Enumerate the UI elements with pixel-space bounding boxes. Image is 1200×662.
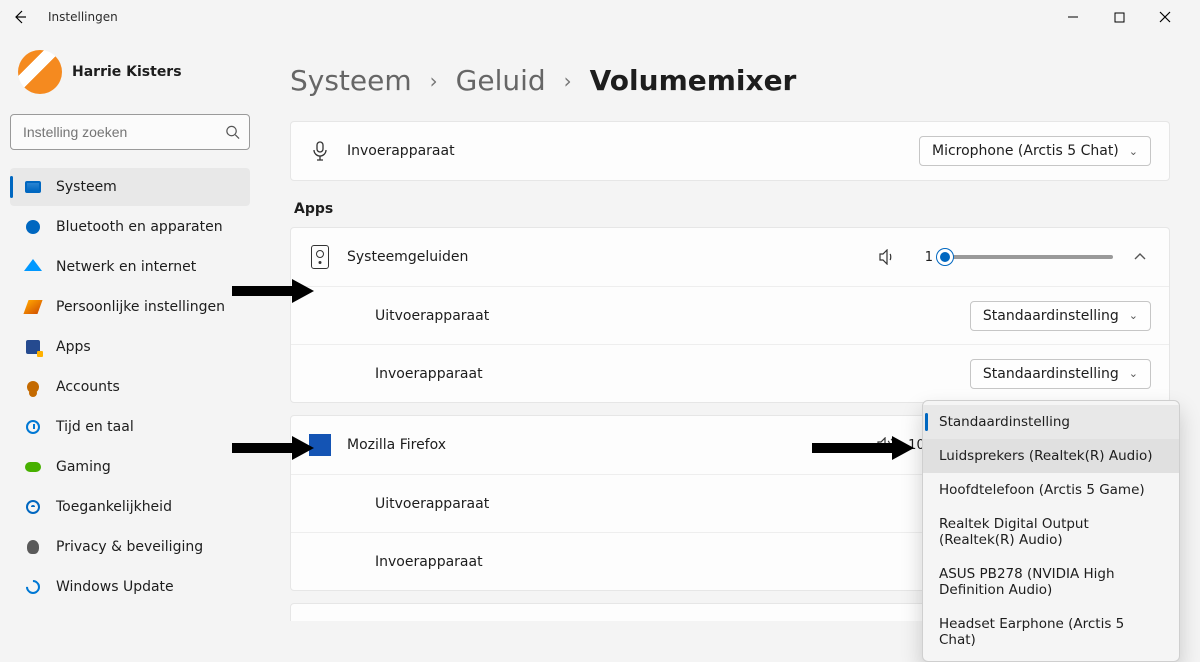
- chevron-down-icon: ⌄: [1129, 367, 1138, 380]
- sidebar-item-netwerk[interactable]: Netwerk en internet: [10, 248, 250, 286]
- sidebar-item-toegankelijkheid[interactable]: Toegankelijkheid: [10, 488, 250, 526]
- sidebar-item-accounts[interactable]: Accounts: [10, 368, 250, 406]
- input-device-card: Invoerapparaat Microphone (Arctis 5 Chat…: [290, 121, 1170, 181]
- sidebar-item-privacy[interactable]: Privacy & beveiliging: [10, 528, 250, 566]
- output-device-dropdown[interactable]: Standaardinstelling ⌄: [970, 301, 1151, 331]
- sidebar-item-update[interactable]: Windows Update: [10, 568, 250, 606]
- sidebar-item-label: Windows Update: [56, 579, 174, 595]
- gaming-icon: [24, 458, 42, 476]
- sidebar-item-persoonlijk[interactable]: Persoonlijke instellingen: [10, 288, 250, 326]
- sidebar-item-label: Systeem: [56, 179, 117, 195]
- chevron-down-icon: ⌄: [1129, 309, 1138, 322]
- sidebar-item-label: Gaming: [56, 459, 111, 475]
- app-title: Instellingen: [48, 10, 118, 24]
- network-icon: [24, 258, 42, 276]
- privacy-icon: [24, 538, 42, 556]
- sidebar: Harrie Kisters Systeem Bluetooth en appa…: [0, 34, 260, 621]
- sidebar-item-label: Toegankelijkheid: [56, 499, 172, 515]
- close-button[interactable]: [1142, 2, 1188, 32]
- maximize-button[interactable]: [1096, 2, 1142, 32]
- crumb-volumemixer: Volumemixer: [590, 64, 797, 97]
- nav-list: Systeem Bluetooth en apparaten Netwerk e…: [10, 168, 250, 606]
- app-name: Mozilla Firefox: [347, 437, 861, 453]
- bluetooth-icon: [24, 218, 42, 236]
- avatar: [18, 50, 62, 94]
- search-box[interactable]: [10, 114, 250, 150]
- app-name: Systeemgeluiden: [347, 249, 863, 265]
- volume-control: 1: [879, 249, 1113, 265]
- search-input[interactable]: [10, 114, 250, 150]
- close-icon: [1159, 11, 1171, 23]
- accounts-icon: [24, 378, 42, 396]
- titlebar: Instellingen: [0, 0, 1200, 34]
- chevron-right-icon: ›: [430, 69, 438, 93]
- personalize-icon: [24, 298, 42, 316]
- maximize-icon: [1114, 12, 1125, 23]
- input-device-dropdown[interactable]: Microphone (Arctis 5 Chat) ⌄: [919, 136, 1151, 166]
- volume-value: 1: [907, 250, 933, 265]
- annotation-arrow: [232, 283, 314, 299]
- breadcrumb: Systeem › Geluid › Volumemixer: [290, 64, 1170, 97]
- crumb-geluid[interactable]: Geluid: [456, 64, 546, 97]
- arrow-left-icon: [12, 9, 28, 25]
- sidebar-item-tijd[interactable]: Tijd en taal: [10, 408, 250, 446]
- sidebar-item-label: Bluetooth en apparaten: [56, 219, 223, 235]
- sidebar-item-label: Apps: [56, 339, 91, 355]
- back-button[interactable]: [12, 9, 28, 25]
- menu-item[interactable]: Realtek Digital Output (Realtek(R) Audio…: [923, 507, 1179, 557]
- sidebar-item-gaming[interactable]: Gaming: [10, 448, 250, 486]
- sidebar-item-systeem[interactable]: Systeem: [10, 168, 250, 206]
- menu-item[interactable]: Luidsprekers (Realtek(R) Audio): [923, 439, 1179, 473]
- collapse-toggle[interactable]: [1129, 246, 1151, 268]
- dropdown-value: Standaardinstelling: [983, 366, 1119, 382]
- accessibility-icon: [24, 498, 42, 516]
- minimize-icon: [1067, 11, 1079, 23]
- username: Harrie Kisters: [72, 64, 182, 80]
- minimize-button[interactable]: [1050, 2, 1096, 32]
- crumb-systeem[interactable]: Systeem: [290, 64, 412, 97]
- apps-icon: [24, 338, 42, 356]
- microphone-icon: [309, 141, 331, 161]
- dropdown-value: Microphone (Arctis 5 Chat): [932, 143, 1119, 159]
- menu-item[interactable]: Standaardinstelling: [923, 405, 1179, 439]
- sidebar-item-bluetooth[interactable]: Bluetooth en apparaten: [10, 208, 250, 246]
- dropdown-value: Standaardinstelling: [983, 308, 1119, 324]
- sidebar-item-label: Privacy & beveiliging: [56, 539, 203, 555]
- input-device-label: Invoerapparaat: [347, 366, 954, 382]
- time-icon: [24, 418, 42, 436]
- update-icon: [24, 578, 42, 596]
- annotation-arrow: [812, 440, 914, 456]
- chevron-up-icon: [1133, 250, 1147, 264]
- sidebar-item-label: Accounts: [56, 379, 120, 395]
- system-icon: [24, 178, 42, 196]
- app-output-row: Uitvoerapparaat Standaardinstelling ⌄: [291, 286, 1169, 344]
- app-input-row: Invoerapparaat Standaardinstelling ⌄: [291, 344, 1169, 402]
- apps-heading: Apps: [294, 201, 1170, 217]
- input-device-dropdown[interactable]: Standaardinstelling ⌄: [970, 359, 1151, 389]
- user-block[interactable]: Harrie Kisters: [10, 38, 250, 110]
- menu-item[interactable]: ASUS PB278 (NVIDIA High Definition Audio…: [923, 557, 1179, 607]
- annotation-arrow: [232, 440, 314, 456]
- volume-icon[interactable]: [879, 249, 897, 265]
- sidebar-item-apps[interactable]: Apps: [10, 328, 250, 366]
- speaker-device-icon: [309, 245, 331, 269]
- sidebar-item-label: Netwerk en internet: [56, 259, 196, 275]
- menu-item[interactable]: Headset Earphone (Arctis 5 Chat): [923, 607, 1179, 657]
- output-device-menu: Standaardinstelling Luidsprekers (Realte…: [922, 400, 1180, 662]
- sidebar-item-label: Persoonlijke instellingen: [56, 299, 225, 315]
- volume-slider[interactable]: [943, 255, 1113, 259]
- input-device-label: Invoerapparaat: [347, 143, 903, 159]
- chevron-right-icon: ›: [564, 69, 572, 93]
- sidebar-item-label: Tijd en taal: [56, 419, 134, 435]
- chevron-down-icon: ⌄: [1129, 145, 1138, 158]
- menu-item[interactable]: Hoofdtelefoon (Arctis 5 Game): [923, 473, 1179, 507]
- output-device-label: Uitvoerapparaat: [347, 308, 954, 324]
- app-card-systeemgeluiden: Systeemgeluiden 1 Uitvoerappa: [290, 227, 1170, 403]
